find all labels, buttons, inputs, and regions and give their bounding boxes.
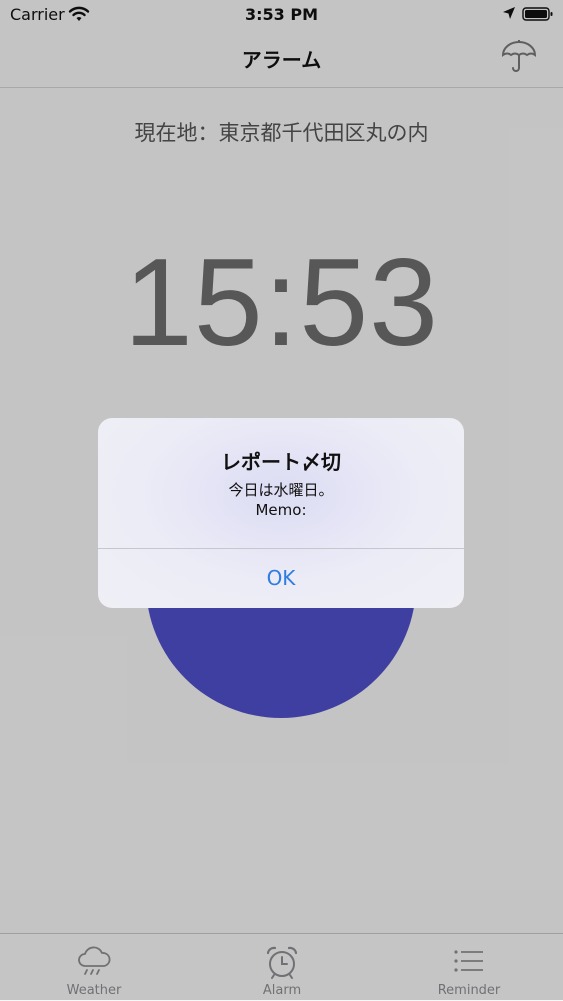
- app-screen: Carrier 3:53 PM アラーム 現在地：東京都千代田区丸の内 15:5…: [0, 0, 563, 1001]
- ok-button[interactable]: OK: [98, 549, 464, 608]
- alert-dialog: レポート〆切 今日は水曜日。 Memo: OK: [98, 418, 464, 608]
- alert-message-line-1: 今日は水曜日。: [228, 481, 334, 499]
- alert-message-line-2: Memo:: [255, 501, 307, 519]
- alert-message: 今日は水曜日。 Memo:: [98, 480, 464, 520]
- alert-title: レポート〆切: [221, 450, 341, 474]
